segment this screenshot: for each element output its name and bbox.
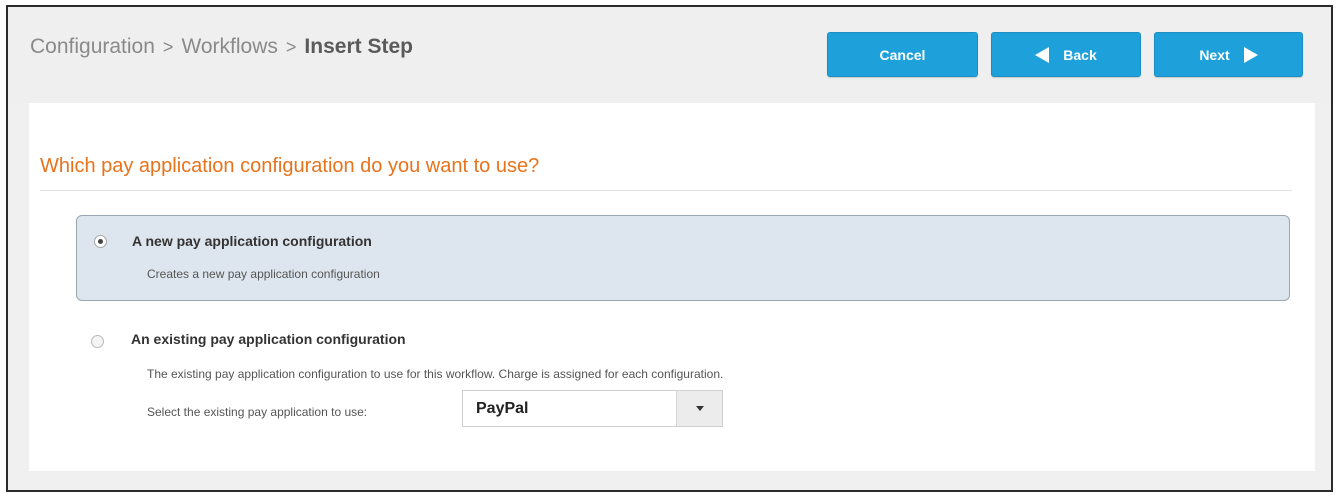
option-new-config-title: A new pay application configuration <box>132 233 372 249</box>
question-heading: Which pay application configuration do y… <box>40 155 540 177</box>
pay-application-select-value: PayPal <box>476 400 529 417</box>
workflow-insert-step-window: Configuration > Workflows > Insert Step Canc… <box>6 5 1333 492</box>
triangle-left-icon <box>1035 46 1050 63</box>
option-new-config-description: Creates a new pay application configurat… <box>147 267 380 281</box>
divider <box>40 190 1292 191</box>
content-panel: Which pay application configuration do y… <box>29 103 1315 471</box>
next-button[interactable]: Next <box>1154 32 1303 77</box>
header-bar: Configuration > Workflows > Insert Step Canc… <box>8 7 1331 103</box>
dropdown-button[interactable] <box>676 391 722 426</box>
breadcrumb-separator: > <box>285 37 297 57</box>
cancel-button-label: Cancel <box>879 46 926 63</box>
option-existing-config-title[interactable]: An existing pay application configuratio… <box>131 331 406 347</box>
breadcrumb-item-configuration[interactable]: Configuration <box>30 35 155 58</box>
option-existing-config-description: The existing pay application configurati… <box>147 367 724 381</box>
triangle-right-icon <box>1243 46 1258 63</box>
back-button[interactable]: Back <box>991 32 1141 77</box>
cancel-button[interactable]: Cancel <box>827 32 978 77</box>
pay-application-select[interactable]: PayPal <box>462 390 723 427</box>
breadcrumb: Configuration > Workflows > Insert Step <box>30 35 413 59</box>
option-new-config[interactable]: A new pay application configuration Crea… <box>76 215 1290 301</box>
select-existing-label: Select the existing pay application to u… <box>147 405 368 419</box>
back-button-label: Back <box>1063 46 1097 63</box>
radio-new-config[interactable] <box>94 235 107 248</box>
breadcrumb-current: Insert Step <box>304 35 413 58</box>
radio-existing-config[interactable] <box>91 335 104 348</box>
breadcrumb-item-workflows[interactable]: Workflows <box>181 35 277 58</box>
chevron-down-icon <box>696 406 704 411</box>
breadcrumb-separator: > <box>162 37 174 57</box>
next-button-label: Next <box>1199 46 1230 63</box>
